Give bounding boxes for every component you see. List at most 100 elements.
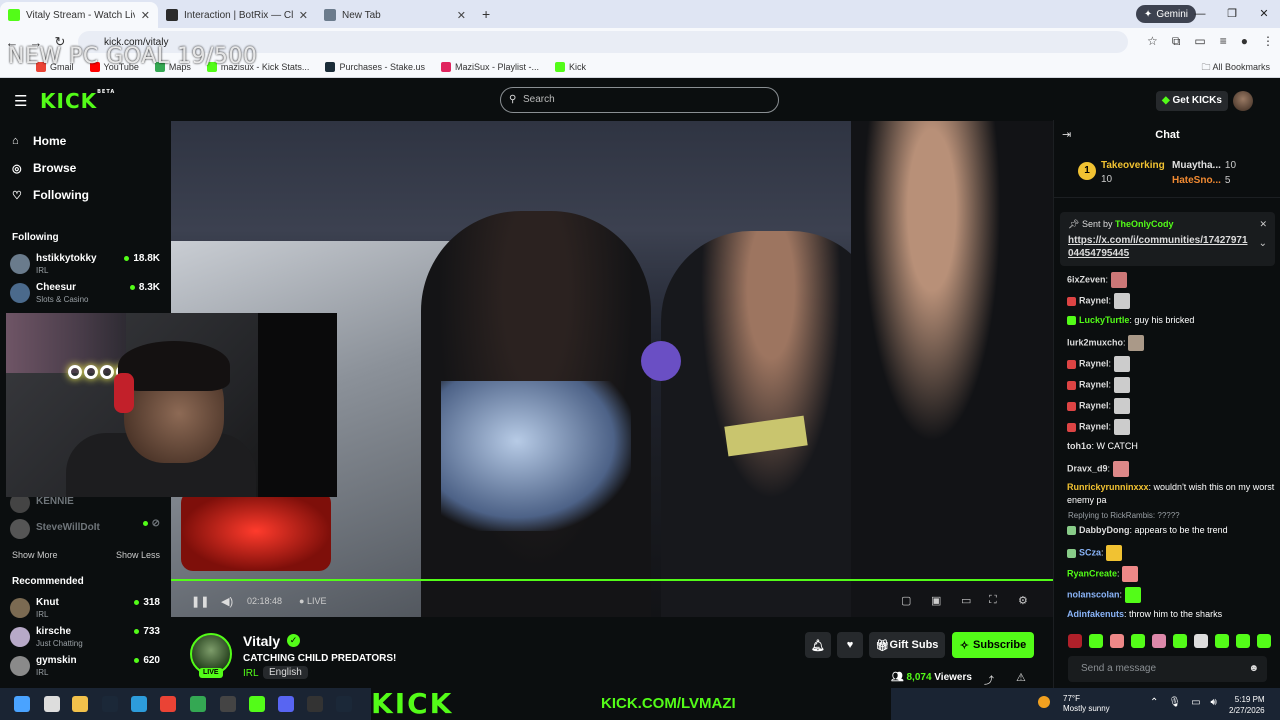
theater-icon[interactable]: ▭ [961, 594, 971, 607]
new-tab-button[interactable]: + [482, 6, 490, 22]
recommended-channel[interactable]: Knut IRL 318 [10, 595, 160, 621]
nav-home[interactable]: ⌂ Home [12, 134, 66, 148]
task-view-icon[interactable] [44, 696, 60, 712]
unpin-icon[interactable]: ✕ [1259, 219, 1267, 230]
follow-button[interactable]: ♥ [837, 632, 863, 658]
tab-vitaly[interactable]: Vitaly Stream - Watch Live on Kick ✕ [0, 2, 158, 28]
close-icon[interactable]: ✕ [141, 9, 150, 22]
chat-username[interactable]: 6ixZeven [1067, 274, 1106, 284]
all-bookmarks-button[interactable]: 🗀 All Bookmarks [1201, 60, 1270, 76]
weather-widget[interactable]: 77°F Mostly sunny [1038, 694, 1110, 714]
clip-icon[interactable]: ▢ [901, 594, 911, 607]
chat-username[interactable]: Raynel [1079, 295, 1109, 305]
leaderboard-entry[interactable]: Takeoverking [1101, 160, 1165, 171]
steam-icon[interactable] [336, 696, 352, 712]
quick-emote-icon[interactable] [1068, 634, 1082, 648]
report-icon[interactable]: ⚠ [1016, 671, 1026, 684]
following-channel[interactable]: hstikkytokky IRL 18.8K [10, 251, 160, 277]
chat-username[interactable]: Runrickyrunninxxx [1067, 482, 1149, 492]
chat-username[interactable]: toh1o [1067, 441, 1092, 451]
epic-games-icon[interactable] [307, 696, 323, 712]
chat-username[interactable]: RyanCreate [1067, 568, 1117, 578]
bookmark-star-icon[interactable]: ☆ [1147, 34, 1158, 49]
chevron-down-icon[interactable]: ⌄ [1259, 238, 1267, 249]
quick-emote-icon[interactable] [1236, 634, 1250, 648]
kick-logo[interactable]: KICKBETA [40, 89, 115, 113]
bookmark-playlist[interactable]: MaziSux - Playlist -... [440, 61, 539, 72]
chat-username[interactable]: Raynel [1079, 379, 1109, 389]
quick-emote-icon[interactable] [1215, 634, 1229, 648]
system-clock[interactable]: 5:19 PM 2/27/2026 [1229, 694, 1265, 716]
chat-username[interactable]: nolanscolan [1067, 589, 1120, 599]
recommended-channel[interactable]: kirsche Just Chatting 733 [10, 624, 160, 650]
show-less-button[interactable]: Show Less [116, 550, 160, 560]
microphone-icon[interactable]: 🎙︎ [1168, 697, 1181, 708]
offline-channel[interactable]: SteveWillDoIt ⊘ [10, 516, 160, 542]
close-icon[interactable]: ✕ [299, 9, 308, 22]
nav-following[interactable]: ♡ Following [12, 188, 89, 202]
chat-username[interactable]: Raynel [1079, 400, 1109, 410]
network-icon[interactable]: ▭ [1191, 697, 1200, 708]
bookmark-kick[interactable]: Kick [555, 61, 586, 72]
notification-bell-button[interactable]: 🔔︎ [805, 632, 831, 658]
discord-icon[interactable] [278, 696, 294, 712]
hamburger-menu-icon[interactable]: ☰ [14, 92, 27, 110]
chat-username[interactable]: Raynel [1079, 421, 1109, 431]
quick-emote-icon[interactable] [1194, 634, 1208, 648]
close-window-icon[interactable]: ✕ [1248, 0, 1280, 28]
chat-username[interactable]: Raynel [1079, 358, 1109, 368]
chat-username[interactable]: Dravx_d9 [1067, 463, 1108, 473]
app-icon[interactable] [131, 696, 147, 712]
quick-emote-icon[interactable] [1089, 634, 1103, 648]
settings-icon[interactable]: ⚙ [1018, 594, 1028, 607]
quick-emote-icon[interactable] [1131, 634, 1145, 648]
pinned-link[interactable]: https://x.com/i/communities/174279710445… [1068, 234, 1253, 260]
menu-icon[interactable]: ⋮ [1262, 34, 1274, 49]
nav-browse[interactable]: ◎ Browse [12, 161, 76, 175]
file-explorer-icon[interactable] [72, 696, 88, 712]
user-avatar[interactable] [1233, 91, 1253, 111]
cast-icon[interactable]: ▭ [1194, 34, 1205, 49]
stream-language-tag[interactable]: English [263, 666, 308, 679]
media-icon[interactable]: ≡ [1220, 34, 1227, 49]
gift-subs-button[interactable]: 🎁︎ Gift Subs [869, 632, 945, 658]
search-input[interactable]: ⚲ Search [500, 87, 779, 113]
chevron-up-icon[interactable]: ⌃ [1150, 697, 1158, 708]
pinned-sender-name[interactable]: TheOnlyCody [1115, 219, 1174, 229]
leaderboard-entry[interactable]: Muaytha... 10 [1172, 160, 1236, 171]
chat-input[interactable]: Send a message ☻ [1068, 656, 1267, 682]
get-kicks-button[interactable]: ◆ Get KICKs [1156, 91, 1228, 111]
stream-category[interactable]: IRL [243, 668, 259, 679]
tab-new[interactable]: New Tab ✕ [316, 2, 474, 28]
profile-icon[interactable]: ● [1241, 34, 1248, 49]
steam-icon[interactable] [102, 696, 118, 712]
minimize-icon[interactable]: — [1184, 0, 1216, 28]
show-more-button[interactable]: Show More [12, 550, 58, 560]
fullscreen-icon[interactable]: ⛶ [989, 594, 997, 607]
pause-icon[interactable]: ❚❚ [191, 595, 209, 608]
streamer-name[interactable]: Vitaly [243, 633, 280, 649]
volume-icon[interactable]: 🔊︎ [1211, 697, 1217, 708]
chrome-profile-icon[interactable] [190, 696, 206, 712]
quick-emote-icon[interactable] [1173, 634, 1187, 648]
restore-icon[interactable]: ❐ [1216, 0, 1248, 28]
chat-username[interactable]: SCza [1079, 547, 1101, 557]
close-icon[interactable]: ✕ [457, 9, 466, 22]
quick-emote-icon[interactable] [1152, 634, 1166, 648]
chrome-icon[interactable] [160, 696, 176, 712]
bookmark-stake[interactable]: Purchases - Stake.us [325, 61, 425, 72]
leaderboard-entry[interactable]: HateSno... 5 [1172, 175, 1230, 186]
recommended-channel[interactable]: gymskin IRL 620 [10, 653, 160, 679]
notification-off-icon[interactable]: ⊘ [143, 518, 160, 529]
chat-username[interactable]: Adinfakenuts [1067, 609, 1124, 619]
volume-icon[interactable]: ◀) [221, 595, 233, 608]
following-channel[interactable]: Cheesur Slots & Casino 8.3K [10, 280, 160, 306]
chat-username[interactable]: lurk2muxcho [1067, 337, 1123, 347]
start-menu-icon[interactable] [14, 696, 30, 712]
kick-app-icon[interactable] [249, 696, 265, 712]
quick-emote-icon[interactable] [1257, 634, 1271, 648]
obs-icon[interactable] [220, 696, 236, 712]
emoji-picker-icon[interactable]: ☻ [1248, 656, 1259, 682]
tab-botrix[interactable]: Interaction | BotRix — Cloud St ✕ [158, 2, 316, 28]
subscribe-button[interactable]: ✧ Subscribe [952, 632, 1034, 658]
